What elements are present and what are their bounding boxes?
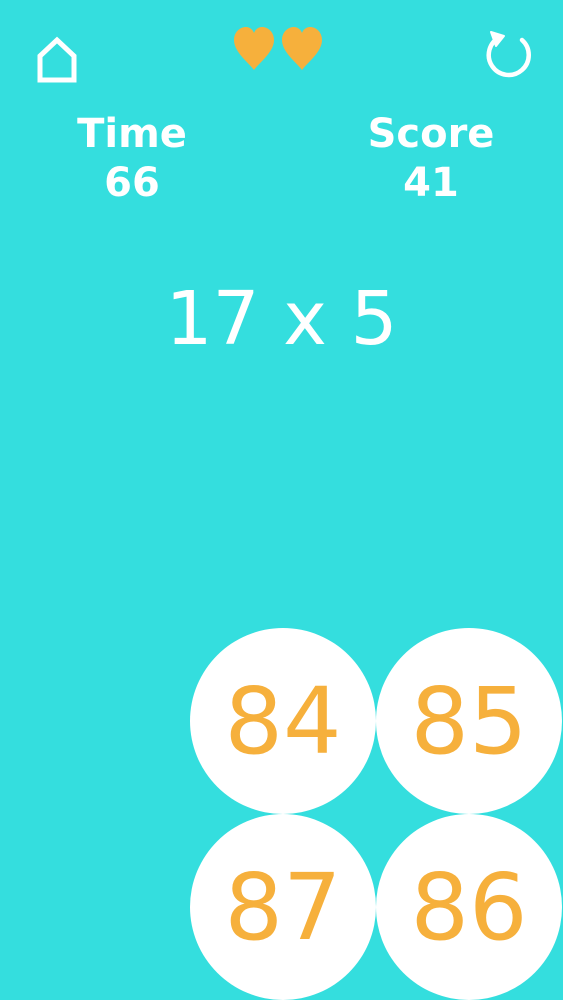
score-label: Score [367, 111, 495, 157]
restart-button[interactable] [478, 24, 540, 86]
answer-button[interactable]: 84 [190, 628, 376, 814]
lives-indicator [232, 26, 332, 76]
math-question: 17 x 5 [165, 276, 398, 362]
score-value: 41 [403, 160, 459, 206]
time-stat: Time 66 [52, 114, 212, 203]
score-stat: Score 41 [346, 114, 516, 203]
answer-button[interactable]: 85 [376, 628, 562, 814]
time-label: Time [77, 111, 187, 157]
restart-icon [486, 31, 531, 78]
heart-icon [234, 27, 274, 70]
heart-icon [282, 27, 322, 70]
home-button[interactable] [27, 30, 87, 90]
home-icon [37, 36, 77, 83]
time-value: 66 [104, 160, 160, 206]
game-screen: Time 66 Score 41 17 x 5 84 85 87 86 [0, 0, 563, 1000]
answer-button[interactable]: 86 [376, 814, 562, 1000]
answer-button[interactable]: 87 [190, 814, 376, 1000]
